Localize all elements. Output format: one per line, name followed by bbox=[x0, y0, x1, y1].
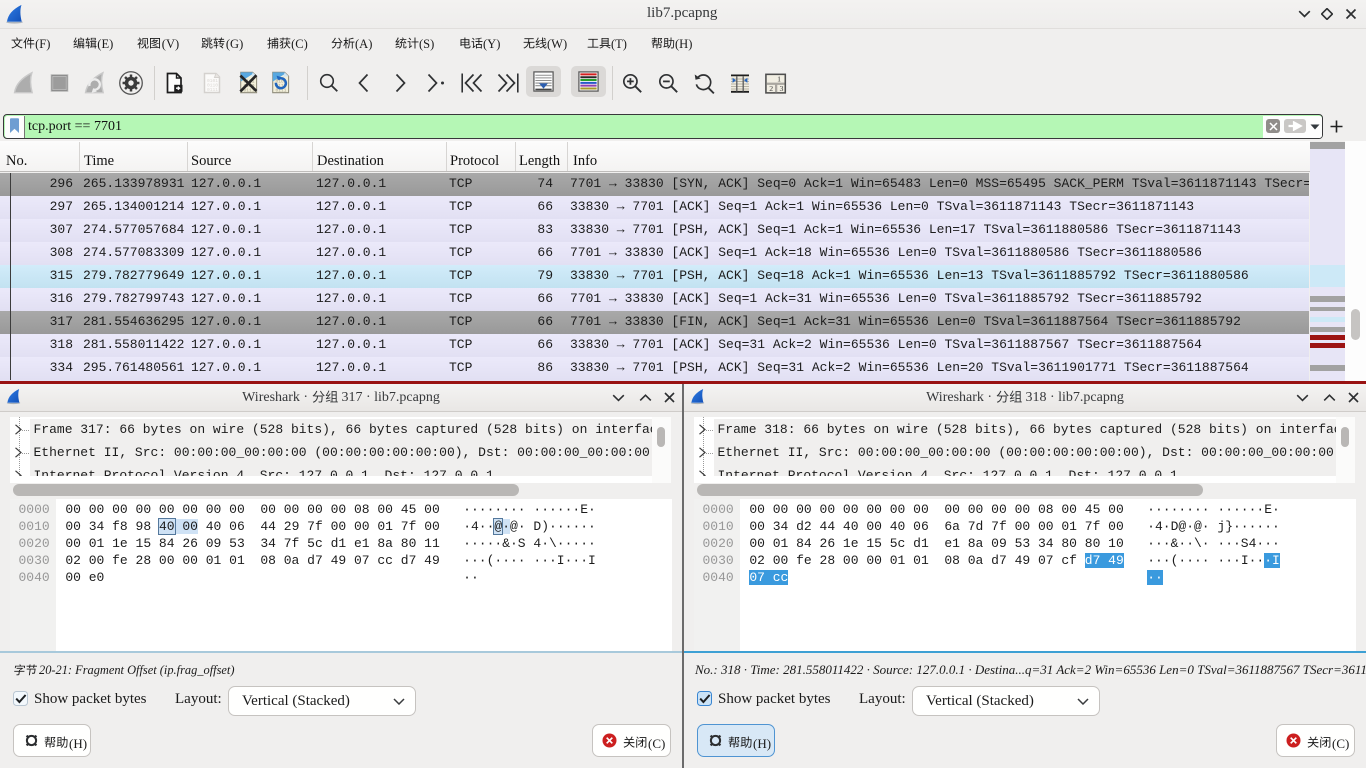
svg-text:3: 3 bbox=[779, 84, 783, 93]
svg-text:2: 2 bbox=[769, 84, 773, 93]
svg-text:0111: 0111 bbox=[207, 87, 218, 93]
svg-text:1: 1 bbox=[777, 74, 781, 83]
